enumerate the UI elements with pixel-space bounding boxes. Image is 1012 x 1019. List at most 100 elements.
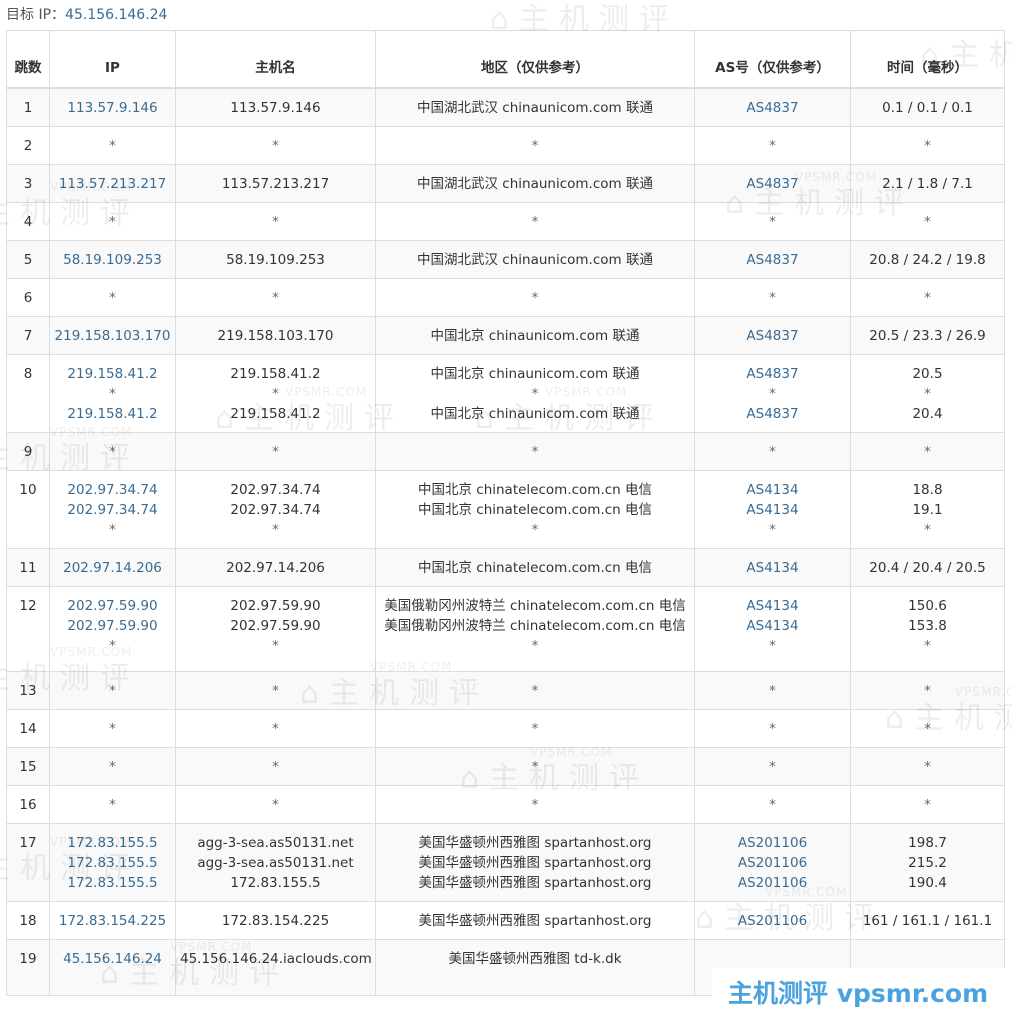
ip-value[interactable]: 45.156.146.24 <box>54 949 171 969</box>
hostname-cell: 202.97.59.90 202.97.59.90 * <box>175 586 376 672</box>
ip-cell: * <box>49 432 176 471</box>
ip-value[interactable]: 202.97.59.90 <box>54 596 171 616</box>
ip-value[interactable]: 113.57.213.217 <box>54 174 171 194</box>
table-row: 18 172.83.154.225 172.83.154.225 美国华盛顿州西雅图 … <box>6 901 1005 940</box>
hostname-value: * <box>272 522 279 538</box>
ip-value[interactable]: 219.158.41.2 <box>54 404 171 424</box>
ip-value[interactable]: 172.83.155.5 <box>54 833 171 853</box>
ip-value: * <box>109 386 116 402</box>
region-cell: * <box>375 785 695 824</box>
ip-cell: * <box>49 709 176 748</box>
time-cell: * <box>850 202 1005 241</box>
ip-value[interactable]: 58.19.109.253 <box>54 250 171 270</box>
ip-cell: 45.156.146.24 <box>49 939 176 996</box>
as-cell: AS4837 * AS4837 <box>694 354 851 433</box>
time-value: 198.7 <box>908 835 947 851</box>
hostname-value: agg-3-sea.as50131.net <box>197 835 354 851</box>
as-cell: AS4134 <box>694 548 851 587</box>
hostname-value: 219.158.41.2 <box>230 406 321 422</box>
as-cell: * <box>694 747 851 786</box>
time-cell: 20.5 * 20.4 <box>850 354 1005 433</box>
region-value: 中国北京 chinatelecom.com.cn 电信 <box>417 502 653 518</box>
hostname-cell: * <box>175 126 376 165</box>
time-value: * <box>924 759 931 775</box>
ip-value[interactable]: 219.158.41.2 <box>54 364 171 384</box>
region-value: * <box>531 759 539 775</box>
time-value: * <box>924 290 931 306</box>
hop-cell: 2 <box>6 126 50 165</box>
as-value[interactable]: AS4134 <box>699 596 846 616</box>
ip-cell: 219.158.103.170 <box>49 316 176 355</box>
hostname-cell: 219.158.103.170 <box>175 316 376 355</box>
as-cell: * <box>694 278 851 317</box>
region-value: 美国俄勒冈州波特兰 chinatelecom.com.cn 电信 <box>384 618 686 634</box>
hostname-cell: 172.83.154.225 <box>175 901 376 940</box>
hostname-value: * <box>272 759 279 775</box>
target-ip-line: 目标 IP：45.156.146.24 <box>6 4 167 24</box>
hop-cell: 16 <box>6 785 50 824</box>
hop-cell: 18 <box>6 901 50 940</box>
time-value: 20.5 <box>912 366 943 382</box>
region-value: * <box>531 138 539 154</box>
ip-value[interactable]: 202.97.14.206 <box>54 558 171 578</box>
ip-cell: * <box>49 126 176 165</box>
hostname-value: 172.83.154.225 <box>221 913 330 929</box>
as-value[interactable]: AS201106 <box>699 911 846 931</box>
ip-value[interactable]: 202.97.34.74 <box>54 480 171 500</box>
hop-cell: 3 <box>6 164 50 203</box>
hostname-cell: 202.97.34.74 202.97.34.74 * <box>175 470 376 549</box>
time-cell: * <box>850 278 1005 317</box>
region-value: * <box>531 214 539 230</box>
as-value[interactable]: AS4134 <box>699 480 846 500</box>
hop-cell: 14 <box>6 709 50 748</box>
as-value[interactable]: AS4837 <box>699 250 846 270</box>
ip-value[interactable]: 172.83.155.5 <box>54 873 171 893</box>
hostname-value: 113.57.213.217 <box>221 176 330 192</box>
region-value: 中国湖北武汉 chinaunicom.com 联通 <box>417 252 653 268</box>
as-value[interactable]: AS4134 <box>699 558 846 578</box>
ip-value[interactable]: 113.57.9.146 <box>54 98 171 118</box>
ip-value[interactable]: 202.97.34.74 <box>54 500 171 520</box>
region-value: 中国北京 chinaunicom.com 联通 <box>430 406 640 422</box>
as-value[interactable]: AS4837 <box>699 174 846 194</box>
as-value[interactable]: AS4134 <box>699 616 846 636</box>
region-cell: 中国北京 chinaunicom.com 联通 * 中国北京 chinaunicom… <box>375 354 695 433</box>
hostname-value: * <box>272 638 279 654</box>
as-value[interactable]: AS201106 <box>699 853 846 873</box>
region-value: 美国华盛顿州西雅图 spartanhost.org <box>418 855 652 871</box>
ip-value: * <box>109 759 116 775</box>
ip-value[interactable]: 219.158.103.170 <box>54 326 171 346</box>
ip-value: * <box>109 138 116 154</box>
table-row: 1 113.57.9.146 113.57.9.146 中国湖北武汉 chinauni… <box>6 87 1005 127</box>
as-value[interactable]: AS4837 <box>699 326 846 346</box>
as-value[interactable]: AS201106 <box>699 873 846 893</box>
region-cell: * <box>375 432 695 471</box>
as-value[interactable]: AS4837 <box>699 98 846 118</box>
as-value[interactable]: AS201106 <box>699 833 846 853</box>
ip-value[interactable]: 172.83.155.5 <box>54 853 171 873</box>
ip-value[interactable]: 172.83.154.225 <box>54 911 171 931</box>
as-value[interactable]: AS4837 <box>699 364 846 384</box>
hostname-cell: 45.156.146.24.iaclouds.com <box>175 939 376 996</box>
hop-cell: 8 <box>6 354 50 433</box>
as-value: * <box>769 797 776 813</box>
as-value[interactable]: AS4837 <box>699 404 846 424</box>
region-cell: 中国湖北武汉 chinaunicom.com 联通 <box>375 164 695 203</box>
region-value: 中国北京 chinatelecom.com.cn 电信 <box>417 482 653 498</box>
region-value: * <box>531 444 539 460</box>
hostname-value: * <box>272 683 279 699</box>
region-value: 美国华盛顿州西雅图 spartanhost.org <box>418 913 652 929</box>
as-value[interactable]: AS4134 <box>699 500 846 520</box>
hop-cell: 19 <box>6 939 50 996</box>
target-ip-value[interactable]: 45.156.146.24 <box>65 7 167 23</box>
hop-cell: 11 <box>6 548 50 587</box>
region-cell: * <box>375 671 695 710</box>
ip-value[interactable]: 202.97.59.90 <box>54 616 171 636</box>
hostname-cell: 58.19.109.253 <box>175 240 376 279</box>
hostname-cell: * <box>175 747 376 786</box>
hostname-value: 45.156.146.24.iaclouds.com <box>180 951 372 967</box>
region-cell: 美国华盛顿州西雅图 td-k.dk <box>375 939 695 996</box>
hostname-value: 202.97.59.90 <box>230 598 321 614</box>
hostname-value: 219.158.103.170 <box>217 328 334 344</box>
table-row: 9 * * * * * <box>6 432 1005 471</box>
